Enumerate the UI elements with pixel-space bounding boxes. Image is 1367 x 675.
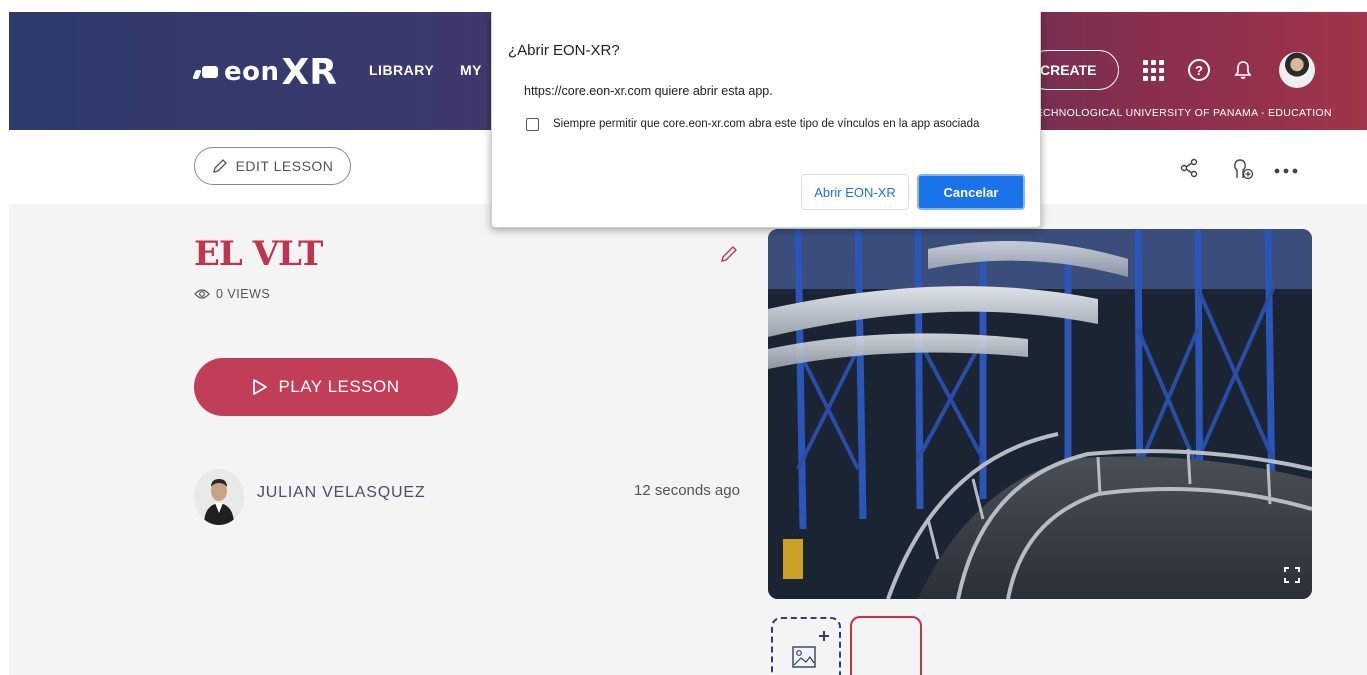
organization-label: TECHNOLOGICAL UNIVERSITY OF PANAMA - EDU… [1029, 107, 1332, 119]
edit-title-icon[interactable] [719, 244, 739, 269]
author-name[interactable]: JULIAN VELASQUEZ [257, 484, 425, 502]
fullscreen-icon[interactable] [1284, 567, 1300, 583]
nav-my[interactable]: MY [460, 62, 482, 78]
author-avatar[interactable] [194, 469, 244, 525]
pencil-icon [212, 159, 227, 173]
cancel-button[interactable]: Cancelar [917, 174, 1025, 210]
open-app-dialog: ¿Abrir EON-XR? https://core.eon-xr.com q… [491, 12, 1041, 228]
dialog-message: https://core.eon-xr.com quiere abrir est… [524, 84, 773, 98]
user-avatar[interactable] [1279, 52, 1315, 88]
dialog-title: ¿Abrir EON-XR? [508, 42, 620, 59]
lesson-preview-image[interactable] [768, 229, 1312, 599]
play-lesson-label: PLAY LESSON [278, 377, 400, 396]
eye-icon [194, 289, 210, 299]
vlt-interior-illustration [768, 229, 1312, 599]
add-image-button[interactable] [771, 617, 841, 675]
page: eon XR LIBRARY MY CREATE ? TECHNOLOGICAL… [9, 12, 1367, 675]
selected-thumbnail[interactable] [850, 616, 922, 675]
open-eon-xr-button[interactable]: Abrir EON-XR [801, 174, 909, 210]
share-icon[interactable] [1179, 158, 1199, 183]
nav-library[interactable]: LIBRARY [369, 62, 434, 78]
edit-lesson-label: EDIT LESSON [235, 158, 334, 174]
apps-grid-icon[interactable] [1139, 56, 1167, 84]
lesson-title: EL VLT [194, 234, 323, 274]
help-icon[interactable]: ? [1185, 56, 1213, 84]
logo-text: eon [224, 57, 280, 87]
views-label: 0 VIEWS [216, 287, 271, 301]
bell-icon[interactable] [1229, 56, 1257, 84]
add-image-icon [792, 631, 829, 668]
edit-lesson-button[interactable]: EDIT LESSON [194, 147, 351, 185]
logo-xr-text: XR [281, 51, 337, 93]
more-icon[interactable] [1274, 156, 1298, 180]
always-allow-label[interactable]: Siempre permitir que core.eon-xr.com abr… [553, 118, 979, 130]
create-label: CREATE [1040, 62, 1097, 78]
add-user-icon[interactable] [1231, 158, 1255, 185]
play-lesson-button[interactable]: PLAY LESSON [194, 358, 458, 416]
always-allow-checkbox[interactable] [526, 118, 539, 131]
views-count: 0 VIEWS [194, 287, 270, 301]
eon-xr-logo[interactable]: eon XR [192, 51, 337, 93]
logo-mark-icon [192, 64, 220, 80]
timestamp: 12 seconds ago [634, 482, 740, 499]
play-icon [253, 379, 268, 395]
